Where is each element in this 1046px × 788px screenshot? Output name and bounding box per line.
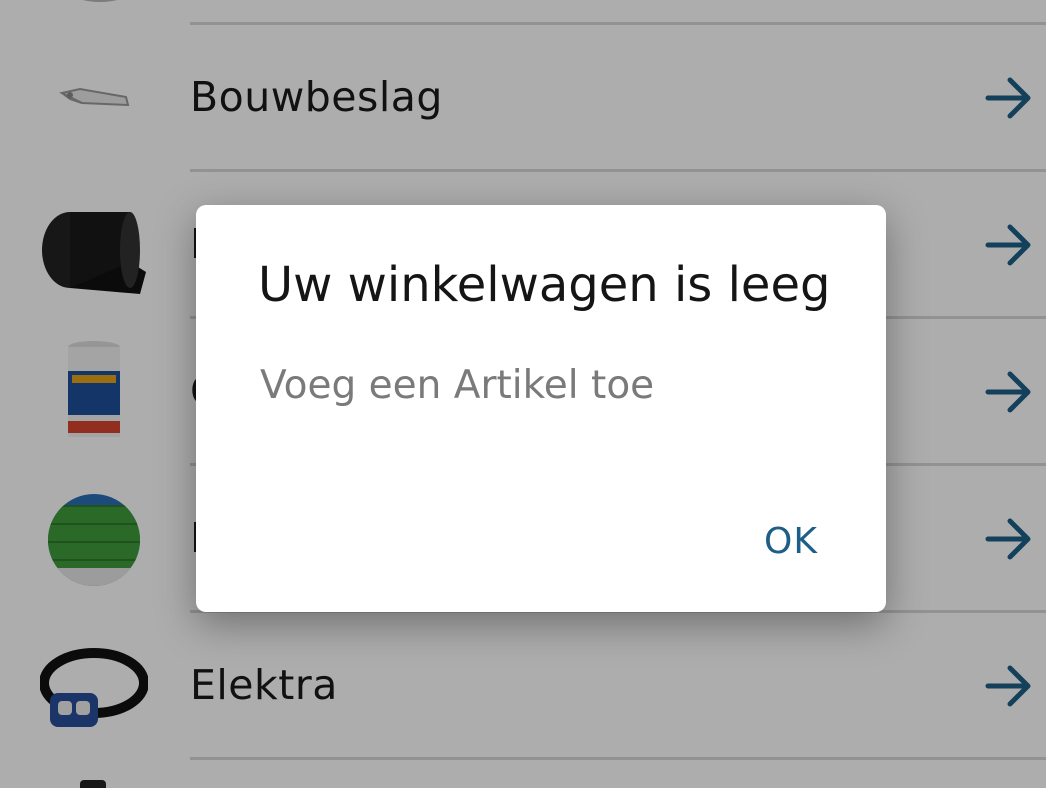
- app-screen: Bouwbeslag B: [0, 0, 1046, 788]
- dialog-title: Uw winkelwagen is leeg: [258, 257, 831, 313]
- dialog-message: Voeg een Artikel toe: [260, 363, 655, 408]
- empty-cart-dialog: Uw winkelwagen is leeg Voeg een Artikel …: [196, 205, 886, 612]
- ok-button[interactable]: OK: [752, 517, 830, 566]
